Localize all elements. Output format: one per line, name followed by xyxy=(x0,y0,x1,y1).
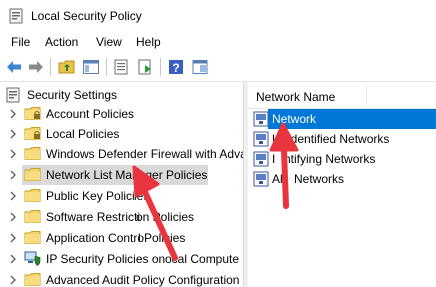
tree-item-label: Advanced Audit Policy Configuration xyxy=(46,273,240,287)
properties-icon[interactable] xyxy=(112,58,130,76)
tree-item-label: IP Security Policies on xyxy=(46,252,166,266)
toolbar: ? xyxy=(0,53,436,82)
tree-item[interactable]: Local Policies xyxy=(0,124,243,144)
folder-icon xyxy=(24,273,41,286)
tree-item[interactable]: Windows Defender Firewall with Adva xyxy=(0,144,243,164)
menu-bar: File Action View Help xyxy=(0,32,436,52)
tree-item[interactable]: Application Contro l Policies xyxy=(0,228,243,248)
tree-root-label: Security Settings xyxy=(27,88,118,102)
tree-item[interactable]: Network List Manager Policies xyxy=(0,165,243,185)
shield-computer-icon xyxy=(24,251,41,266)
network-icon xyxy=(253,131,269,147)
menu-file[interactable]: File xyxy=(11,35,30,49)
tree-item-label: Local Policies xyxy=(46,127,120,141)
tree-item-label: Network List Manager Policies xyxy=(46,168,208,182)
chevron-right-icon[interactable] xyxy=(9,109,17,119)
network-list-item-label: I xyxy=(272,152,276,166)
tree-item-label: Public Key Polici xyxy=(46,189,135,203)
folder-icon xyxy=(24,231,41,244)
network-icon xyxy=(253,171,269,187)
toolbar-separator xyxy=(50,58,51,76)
network-list-item-label-tail: Networks xyxy=(294,172,345,186)
chevron-right-icon[interactable] xyxy=(9,170,17,180)
network-icon xyxy=(253,151,269,167)
folder-icon xyxy=(24,147,41,160)
network-list-item-label-tail: ntifying Networks xyxy=(284,152,376,166)
network-list-item-label-tail: identified Networks xyxy=(288,132,390,146)
chevron-right-icon[interactable] xyxy=(9,129,17,139)
menu-view[interactable]: View xyxy=(96,35,122,49)
back-arrow-icon[interactable] xyxy=(5,58,23,76)
export-list-icon[interactable] xyxy=(136,58,154,76)
chevron-right-icon[interactable] xyxy=(9,233,17,243)
chevron-right-icon[interactable] xyxy=(9,191,17,201)
console-tree-icon[interactable] xyxy=(82,58,100,76)
tree-item-label: Application Contro xyxy=(46,231,145,245)
tree-item-label-tail: ocal Compute xyxy=(165,252,240,266)
chevron-right-icon[interactable] xyxy=(9,149,17,159)
network-list-item[interactable]: Uidentified Networks xyxy=(248,129,436,149)
tree-item-label-tail: ies xyxy=(134,189,150,203)
network-list-item[interactable]: Intifying Networks xyxy=(248,149,436,169)
network-list-item-label: U xyxy=(272,132,281,146)
folder-icon xyxy=(24,210,41,223)
toolbar-separator xyxy=(106,58,107,76)
title-bar: Local Security Policy xyxy=(0,0,436,32)
column-separator[interactable] xyxy=(366,86,367,104)
folder-icon xyxy=(24,127,41,140)
tree-item[interactable]: Software Restricti on Policies xyxy=(0,207,243,227)
up-folder-icon[interactable] xyxy=(58,58,76,76)
security-settings-icon xyxy=(6,87,20,103)
menu-action[interactable]: Action xyxy=(45,35,78,49)
tree-item[interactable]: Public Key Polici ies xyxy=(0,186,243,206)
chevron-right-icon[interactable] xyxy=(9,254,17,264)
network-list-item-label: Network xyxy=(272,112,317,126)
network-list-item[interactable]: Al Networks xyxy=(248,169,436,189)
chevron-right-icon[interactable] xyxy=(9,275,17,285)
forward-arrow-icon[interactable] xyxy=(27,58,45,76)
tree-item-label: Account Policies xyxy=(46,107,135,121)
folder-icon xyxy=(24,107,41,120)
chevron-right-icon[interactable] xyxy=(9,212,17,222)
tree-item-label: Software Restricti xyxy=(46,210,141,224)
result-list: Network Name Network Uidentified Networks… xyxy=(248,82,436,287)
tree-item-label: Windows Defender Firewall with Adva xyxy=(46,147,243,161)
column-header-network-name: Network Name xyxy=(256,90,336,104)
console-tree: Security Settings Account Policies Local … xyxy=(0,82,243,287)
network-list-item[interactable]: Network xyxy=(248,109,436,129)
tree-item[interactable]: Account Policies xyxy=(0,104,243,124)
folder-icon xyxy=(24,168,41,181)
svg-text:?: ? xyxy=(172,61,179,75)
window-title: Local Security Policy xyxy=(31,9,142,23)
help-icon[interactable]: ? xyxy=(167,58,185,76)
tree-item[interactable]: Advanced Audit Policy Configuration xyxy=(0,270,243,287)
network-list-item-label: Al xyxy=(272,172,283,186)
security-policy-app-icon xyxy=(9,8,23,24)
network-icon xyxy=(253,111,269,127)
toolbar-separator xyxy=(160,58,161,76)
tree-item[interactable]: IP Security Policies on ocal Compute xyxy=(0,249,243,269)
column-header[interactable]: Network Name xyxy=(248,82,436,109)
menu-help[interactable]: Help xyxy=(136,35,161,49)
tree-item-label-tail: l Policies xyxy=(138,231,186,245)
folder-icon xyxy=(24,189,41,202)
tree-item-label-tail: on Policies xyxy=(136,210,195,224)
mmc-view-icon[interactable] xyxy=(191,58,209,76)
